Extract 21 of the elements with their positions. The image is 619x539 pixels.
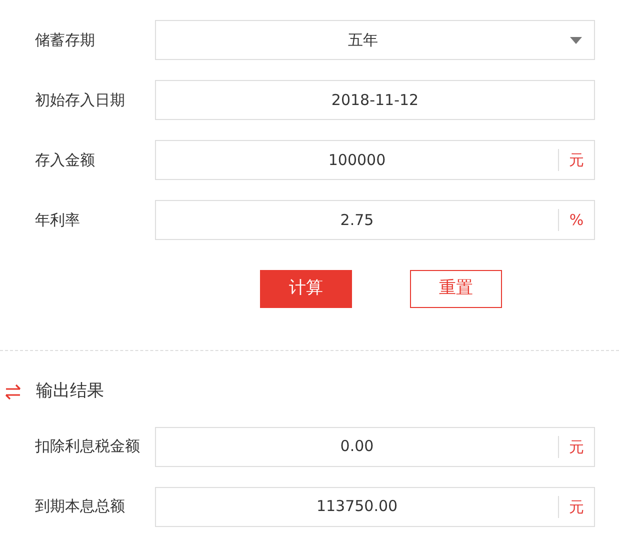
field-label: 储蓄存期 xyxy=(35,30,96,51)
input-field[interactable]: 0.00 元 xyxy=(155,426,595,466)
unit-label: 元 xyxy=(558,496,594,518)
unit-label: 元 xyxy=(558,149,594,171)
input-field[interactable]: 100000 元 xyxy=(155,140,595,180)
swap-arrows-icon xyxy=(4,384,22,400)
field-label: 存入金额 xyxy=(35,150,96,171)
caret-icon xyxy=(570,36,582,44)
field-label: 年利率 xyxy=(35,210,81,231)
unit-label: % xyxy=(558,209,594,231)
field-label: 初始存入日期 xyxy=(35,90,126,111)
input-field[interactable]: 113750.00 元 xyxy=(155,486,595,526)
input-field[interactable]: 2.75 % xyxy=(155,200,595,240)
calculate-button[interactable]: 计算 xyxy=(260,270,352,308)
section-title: 输出结果 xyxy=(36,380,104,403)
unit-label: 元 xyxy=(558,436,594,458)
input-field[interactable]: 2018-11-12 xyxy=(155,80,595,120)
field-label: 扣除利息税金额 xyxy=(35,436,141,458)
dropdown[interactable]: 五年 xyxy=(155,20,595,60)
field-label: 到期本息总额 xyxy=(35,496,126,518)
reset-button[interactable]: 重置 xyxy=(410,270,502,308)
